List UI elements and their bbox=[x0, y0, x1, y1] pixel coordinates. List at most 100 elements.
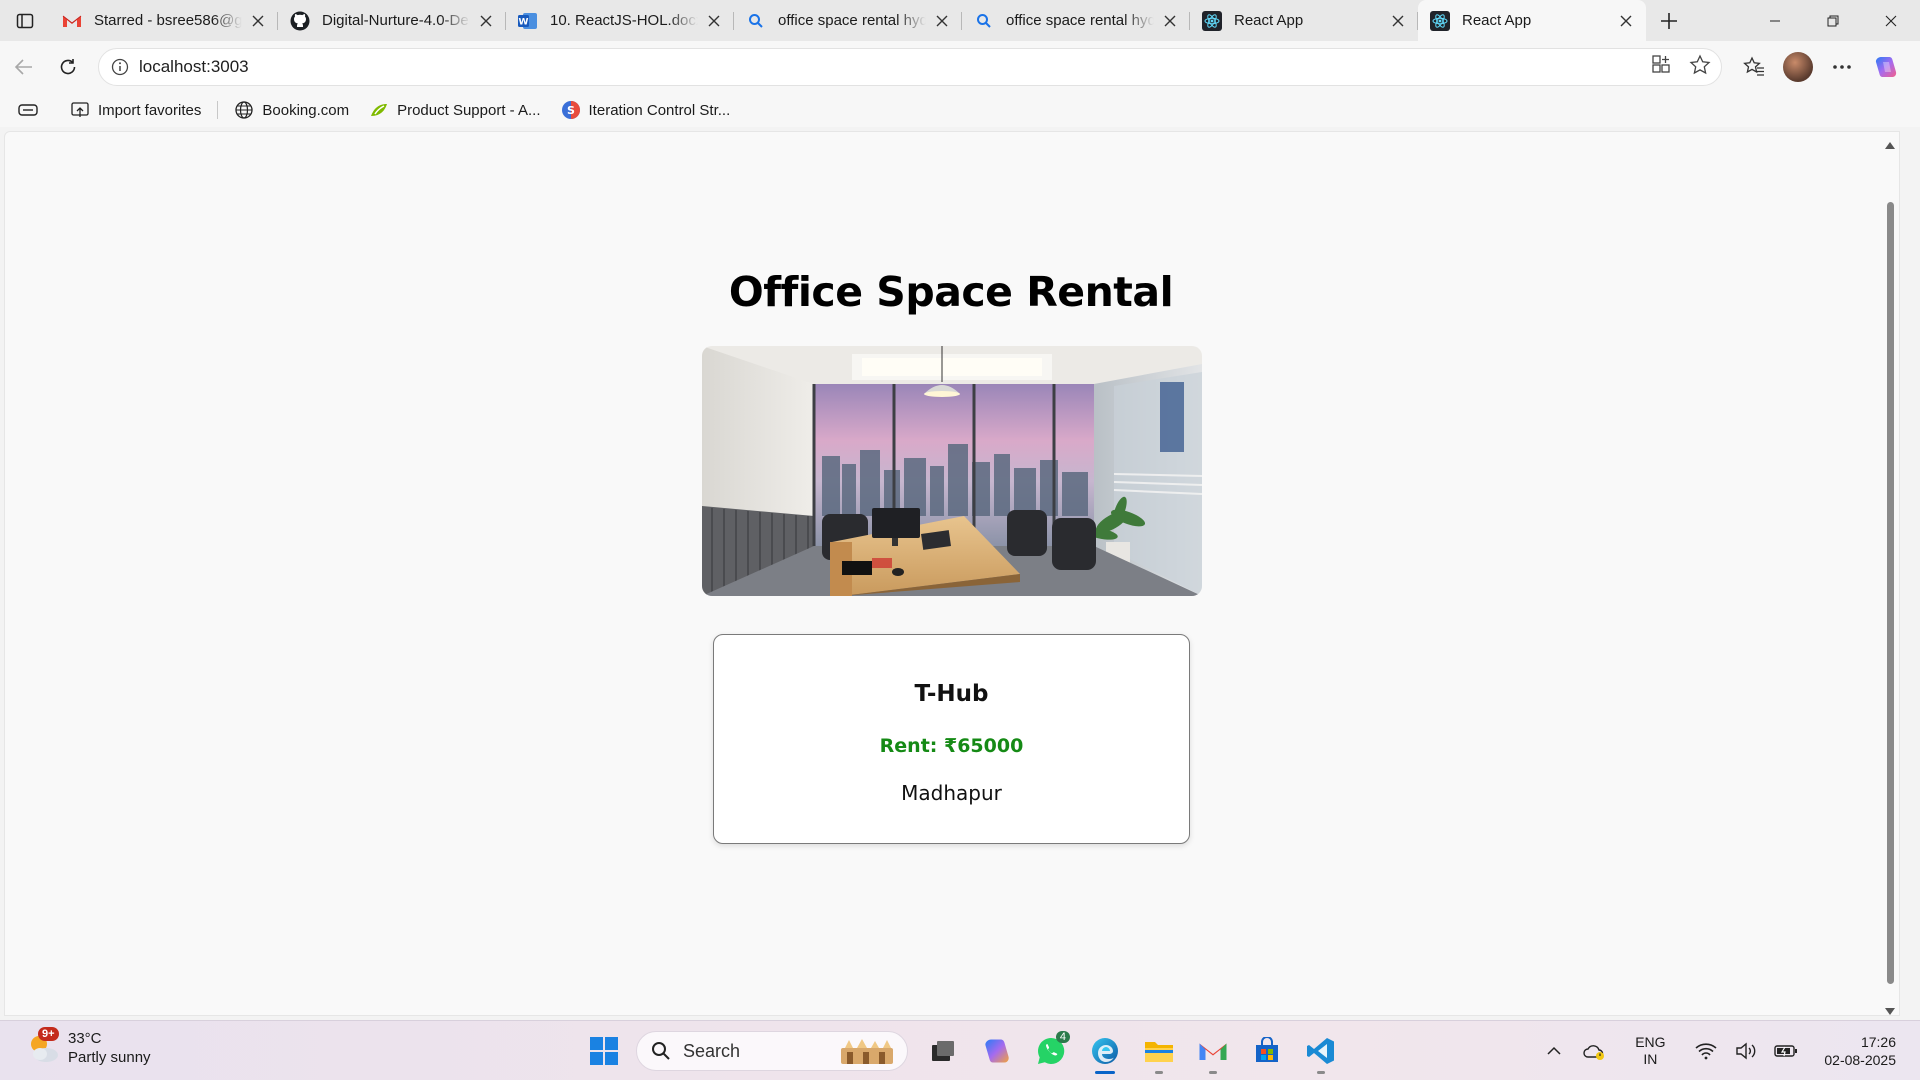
battery-charging-icon bbox=[1774, 1045, 1798, 1057]
start-button[interactable] bbox=[580, 1027, 628, 1075]
reload-button[interactable] bbox=[48, 47, 88, 87]
language-code: ENG bbox=[1635, 1034, 1666, 1050]
taskbar-copilot[interactable] bbox=[970, 1027, 1024, 1075]
search-icon bbox=[652, 1042, 670, 1060]
restore-button[interactable] bbox=[1804, 0, 1862, 41]
favorite-label: Import favorites bbox=[98, 101, 202, 119]
onedrive-status-button[interactable] bbox=[1574, 1031, 1614, 1071]
close-tab-icon[interactable] bbox=[704, 11, 724, 31]
weather-badge: 9+ bbox=[38, 1027, 59, 1041]
close-window-button[interactable] bbox=[1862, 0, 1920, 41]
settings-more-button[interactable] bbox=[1822, 47, 1862, 87]
close-tab-icon[interactable] bbox=[1388, 11, 1408, 31]
whatsapp-count-badge: 4 bbox=[1055, 1031, 1070, 1043]
react-icon bbox=[1202, 10, 1222, 31]
reload-icon bbox=[60, 59, 76, 75]
tab-react-app-active[interactable]: React App bbox=[1418, 0, 1646, 41]
tab-search-2[interactable]: office space rental hyderabad bbox=[962, 0, 1190, 41]
collections-button[interactable] bbox=[18, 100, 46, 120]
close-tab-icon[interactable] bbox=[248, 11, 268, 31]
tab-search-1[interactable]: office space rental hyderabad bbox=[734, 0, 962, 41]
running-indicator bbox=[1209, 1071, 1217, 1074]
app-available-icon[interactable] bbox=[1651, 54, 1671, 81]
taskbar-store[interactable] bbox=[1240, 1027, 1294, 1075]
taskbar-file-explorer[interactable] bbox=[1132, 1027, 1186, 1075]
iteration-icon: S bbox=[561, 100, 581, 120]
favorite-iteration-control[interactable]: S Iteration Control Str... bbox=[561, 100, 731, 120]
weather-condition: Partly sunny bbox=[68, 1049, 151, 1066]
scroll-up-icon[interactable] bbox=[1884, 140, 1896, 150]
favorite-booking[interactable]: Booking.com bbox=[234, 100, 349, 120]
battery-button[interactable] bbox=[1766, 1031, 1806, 1071]
new-tab-button[interactable] bbox=[1646, 0, 1692, 41]
office-name: T-Hub bbox=[914, 681, 989, 707]
tab-react-app-1[interactable]: React App bbox=[1190, 0, 1418, 41]
window-controls bbox=[1746, 0, 1920, 41]
taskbar-vscode[interactable] bbox=[1294, 1027, 1348, 1075]
tab-actions-button[interactable] bbox=[0, 0, 50, 41]
site-info-icon[interactable] bbox=[109, 56, 131, 78]
scroll-down-icon[interactable] bbox=[1884, 1007, 1896, 1017]
tab-title: Digital-Nurture-4.0-Deep-Skilling bbox=[322, 12, 470, 29]
arrow-left-icon bbox=[14, 59, 32, 75]
browser-toolbar: localhost:3003 bbox=[0, 41, 1920, 93]
wifi-icon bbox=[1695, 1043, 1717, 1060]
tab-word-doc[interactable]: W 10. ReactJS-HOL.docx bbox=[506, 0, 734, 41]
copilot-icon bbox=[1875, 57, 1897, 77]
search-icon bbox=[974, 11, 994, 31]
minimize-icon bbox=[1770, 20, 1780, 21]
page-scrollbar[interactable] bbox=[1881, 132, 1899, 1017]
favorites-divider bbox=[217, 101, 219, 119]
favorite-import[interactable]: Import favorites bbox=[70, 100, 201, 120]
tab-title: office space rental hyderabad bbox=[778, 12, 926, 29]
copilot-button[interactable] bbox=[1866, 47, 1906, 87]
task-view-icon bbox=[932, 1041, 954, 1061]
restore-icon bbox=[1827, 15, 1839, 26]
taskbar-task-view[interactable] bbox=[916, 1027, 970, 1075]
close-tab-icon[interactable] bbox=[932, 11, 952, 31]
close-tab-icon[interactable] bbox=[1160, 11, 1180, 31]
url-text[interactable]: localhost:3003 bbox=[139, 57, 1651, 77]
favorite-label: Booking.com bbox=[262, 101, 350, 119]
taskbar-edge[interactable] bbox=[1078, 1027, 1132, 1075]
back-button[interactable] bbox=[4, 47, 44, 87]
scrollbar-thumb[interactable] bbox=[1887, 202, 1894, 984]
collections-icon bbox=[18, 100, 38, 120]
volume-button[interactable] bbox=[1726, 1031, 1766, 1071]
favorites-button[interactable] bbox=[1734, 47, 1774, 87]
show-hidden-icons-button[interactable] bbox=[1534, 1031, 1574, 1071]
address-bar[interactable]: localhost:3003 bbox=[98, 48, 1722, 86]
language-indicator[interactable]: ENG IN bbox=[1624, 1034, 1676, 1068]
tab-gmail[interactable]: Starred - bsree586@gmail.com - Gmail bbox=[50, 0, 278, 41]
taskbar-apps: Search 4 bbox=[580, 1027, 1348, 1075]
favorites-icon bbox=[1743, 56, 1764, 76]
taskbar-gmail[interactable] bbox=[1186, 1027, 1240, 1075]
windows-logo-icon bbox=[590, 1037, 618, 1065]
favorite-product-support[interactable]: Product Support - A... bbox=[369, 100, 541, 120]
tab-github[interactable]: Digital-Nurture-4.0-Deep-Skilling bbox=[278, 0, 506, 41]
taskbar-whatsapp[interactable]: 4 bbox=[1024, 1027, 1078, 1075]
favorites-bar: Import favorites Booking.com Product Sup… bbox=[0, 93, 1920, 127]
gmail-icon bbox=[1199, 1043, 1227, 1060]
react-app-page: Office Space Rental T-Hub Rent: ₹65000 M… bbox=[5, 132, 1883, 1017]
folder-icon bbox=[1145, 1042, 1173, 1062]
vscode-icon bbox=[1307, 1038, 1334, 1064]
weather-widget[interactable]: 9+ 33°C Partly sunny bbox=[26, 1027, 151, 1067]
search-label: Search bbox=[683, 1040, 741, 1061]
close-tab-icon[interactable] bbox=[476, 11, 496, 31]
add-favorite-star-icon[interactable] bbox=[1689, 53, 1711, 81]
minimize-button[interactable] bbox=[1746, 0, 1804, 41]
page-viewport: Office Space Rental T-Hub Rent: ₹65000 M… bbox=[4, 131, 1900, 1016]
region-code: IN bbox=[1643, 1051, 1658, 1067]
favorite-label: Iteration Control Str... bbox=[588, 101, 731, 119]
tab-strip: Starred - bsree586@gmail.com - Gmail Dig… bbox=[0, 0, 1920, 41]
running-indicator bbox=[1155, 1071, 1163, 1074]
tab-title: 10. ReactJS-HOL.docx bbox=[550, 12, 698, 29]
profile-button[interactable] bbox=[1778, 47, 1818, 87]
clock-time: 17:26 bbox=[1860, 1034, 1896, 1050]
clock[interactable]: 17:26 02-08-2025 bbox=[1824, 1033, 1896, 1069]
taskbar-search[interactable]: Search bbox=[636, 1031, 908, 1071]
close-tab-icon[interactable] bbox=[1616, 11, 1636, 31]
wifi-button[interactable] bbox=[1686, 1031, 1726, 1071]
github-icon bbox=[290, 11, 310, 31]
